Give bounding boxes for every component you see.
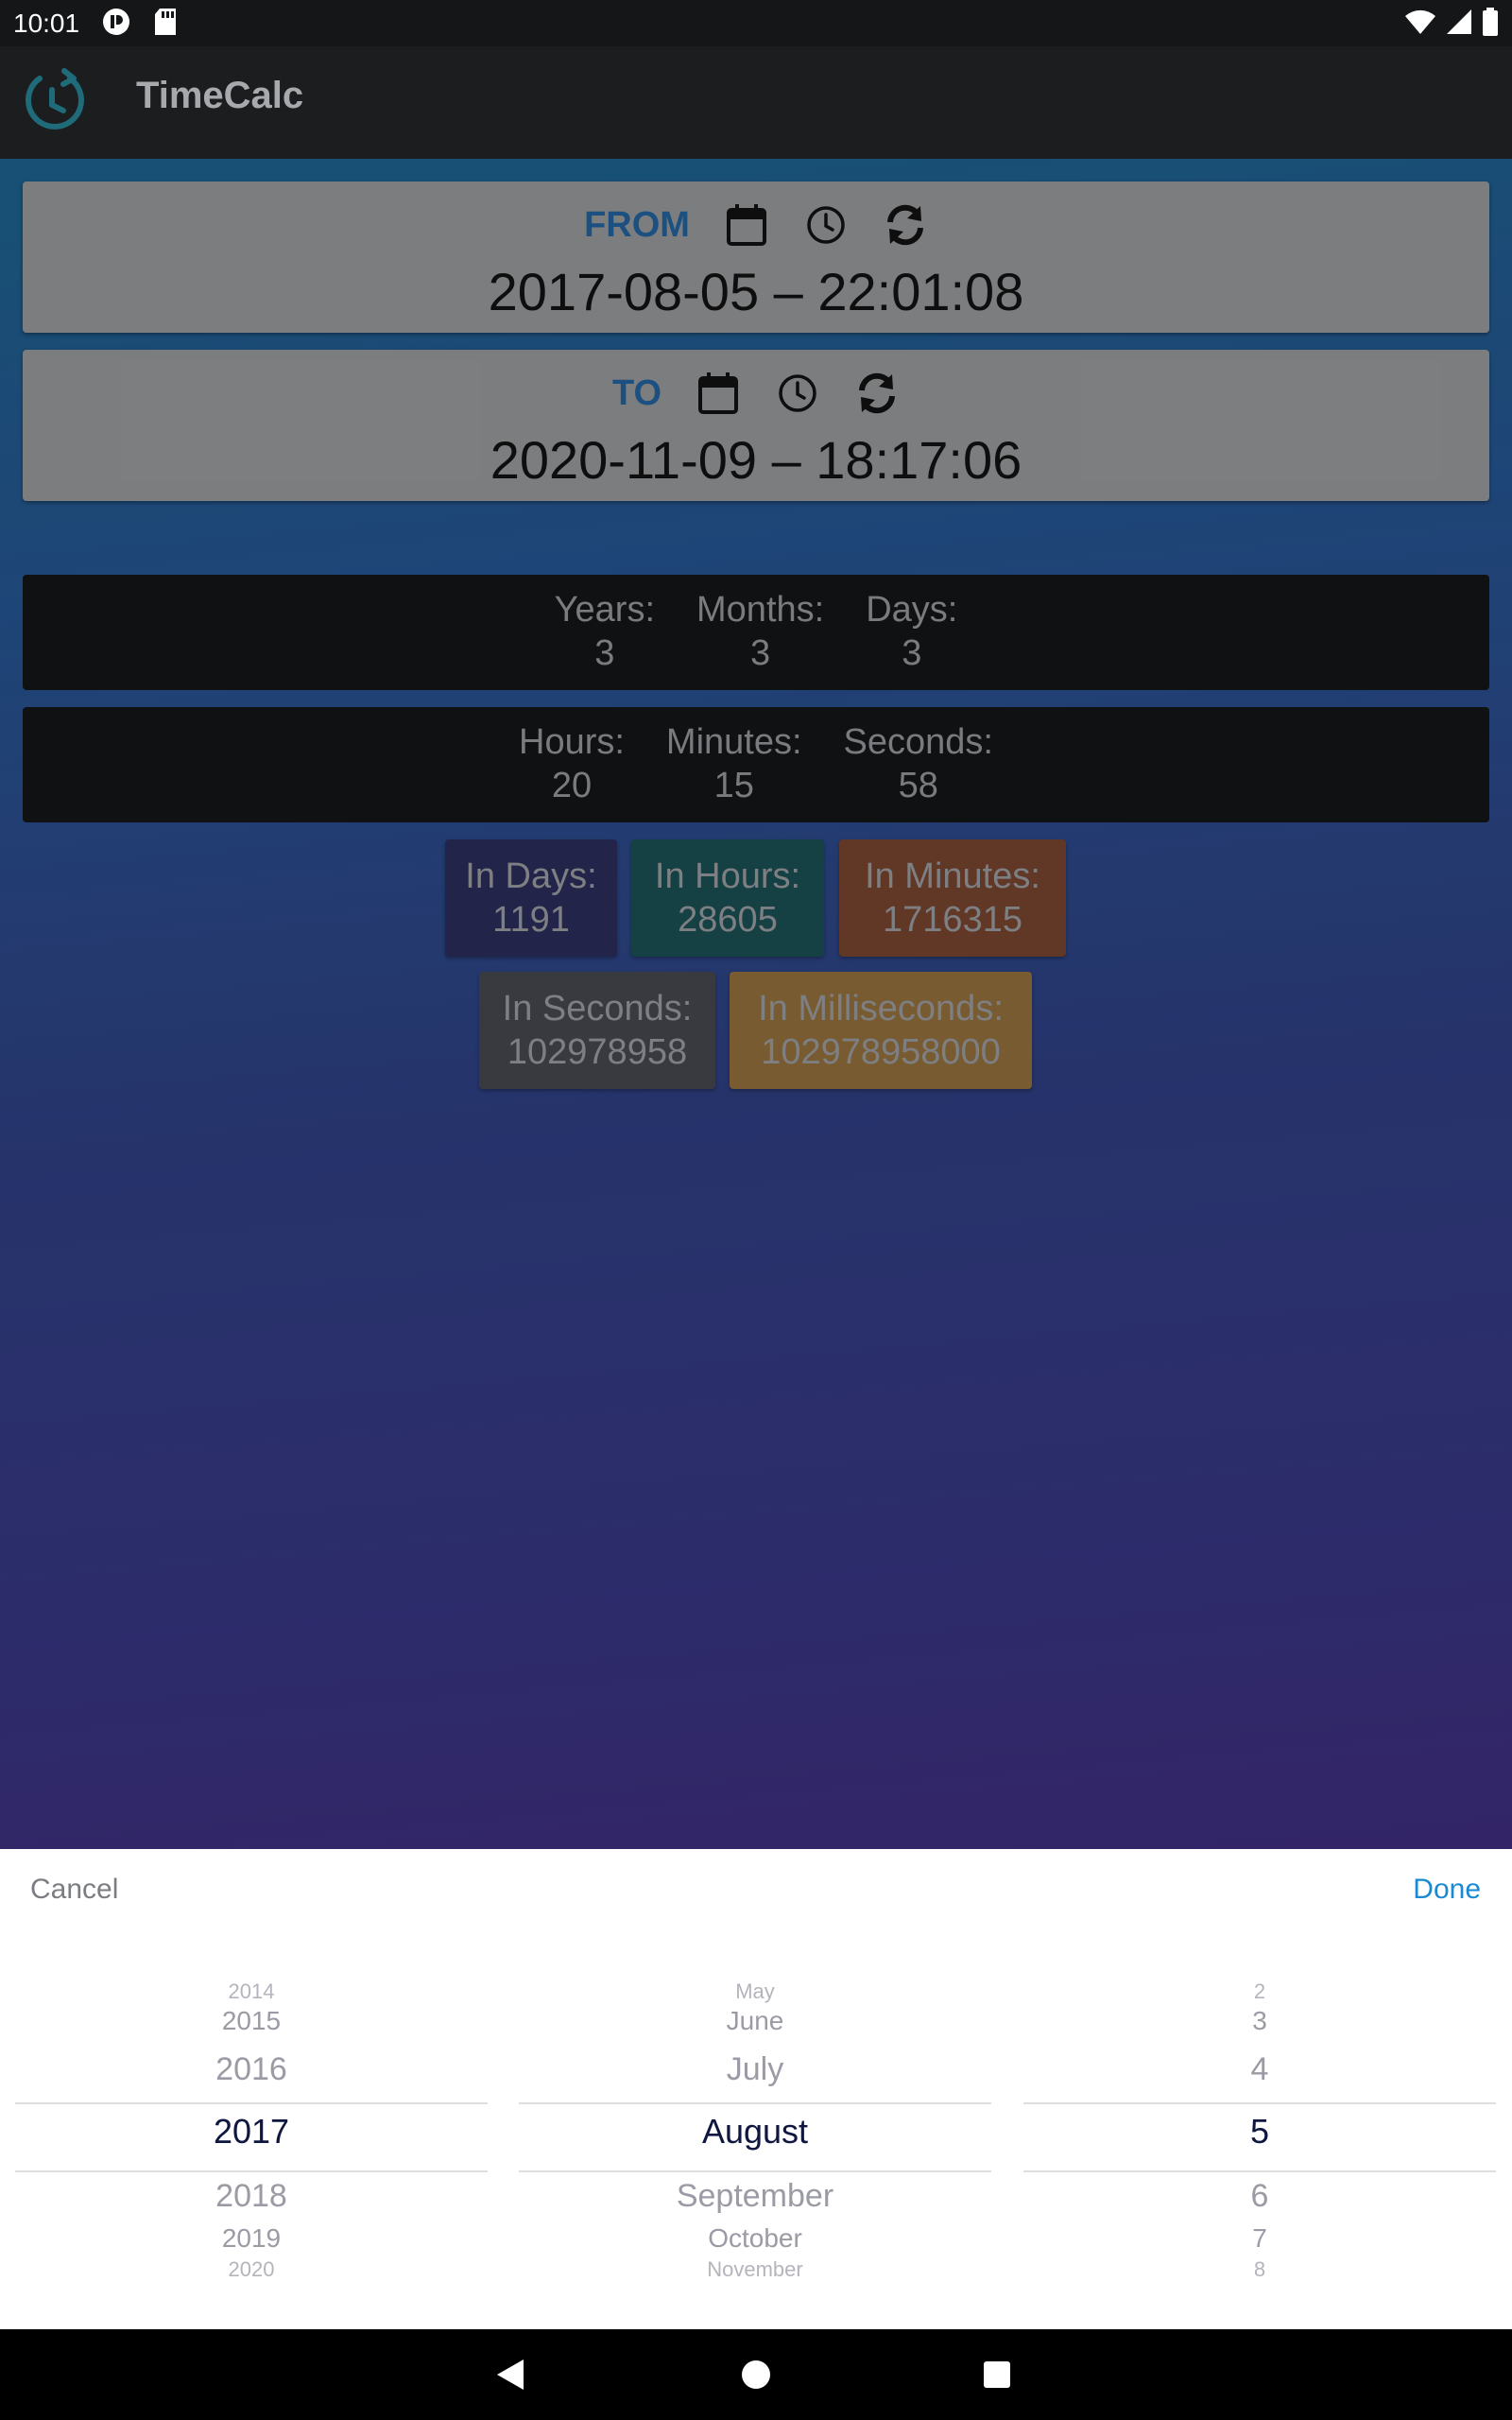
- picker-selection-line: [15, 2170, 488, 2172]
- clock-icon[interactable]: [775, 371, 820, 416]
- year-option[interactable]: 2018: [15, 2178, 488, 2215]
- picker-selection-line: [519, 2170, 991, 2172]
- month-wheel[interactable]: May June July August September October N…: [519, 1972, 991, 2281]
- month-option[interactable]: May: [519, 1979, 991, 2004]
- days-value: 3: [902, 633, 922, 673]
- hours-value: 20: [551, 766, 593, 805]
- month-option[interactable]: October: [519, 2223, 991, 2254]
- picker-selection-line: [1023, 2170, 1496, 2172]
- days-part: Days: 3: [866, 588, 957, 690]
- wifi-icon: [1404, 9, 1436, 39]
- seconds-value: 58: [898, 766, 938, 805]
- done-button[interactable]: Done: [1413, 1874, 1481, 1906]
- from-label: FROM: [584, 204, 690, 245]
- months-value: 3: [750, 633, 771, 673]
- year-option-selected[interactable]: 2017: [15, 2112, 488, 2152]
- picker-selection-line: [519, 2102, 991, 2104]
- to-label: TO: [611, 372, 662, 413]
- day-option[interactable]: 3: [1023, 2006, 1496, 2036]
- cancel-button[interactable]: Cancel: [30, 1874, 118, 1906]
- day-option[interactable]: 2: [1023, 1979, 1496, 2004]
- day-option[interactable]: 7: [1023, 2223, 1496, 2254]
- calendar-icon[interactable]: [724, 202, 769, 248]
- minutes-label: Minutes:: [665, 722, 802, 762]
- seconds-part: Seconds: 58: [844, 720, 993, 822]
- total-milliseconds-chip: In Milliseconds: 102978958000: [730, 972, 1032, 1089]
- calendar-icon[interactable]: [696, 371, 741, 416]
- months-part: Months: 3: [696, 588, 824, 690]
- years-value: 3: [594, 633, 615, 673]
- refresh-icon[interactable]: [854, 371, 900, 416]
- hours-label: Hours:: [519, 722, 625, 762]
- total-hours-chip: In Hours: 28605: [631, 839, 824, 957]
- day-option[interactable]: 6: [1023, 2178, 1496, 2215]
- status-bar: 10:01: [0, 0, 1512, 46]
- total-days-value: 1191: [492, 900, 570, 940]
- month-option[interactable]: July: [519, 2051, 991, 2088]
- year-option[interactable]: 2014: [15, 1979, 488, 2004]
- clock-arrow-icon: [21, 67, 87, 133]
- status-time: 10:01: [13, 8, 80, 38]
- notification-app-icon: [102, 8, 130, 40]
- cellular-signal-icon: [1446, 9, 1472, 39]
- total-hours-value: 28605: [678, 900, 778, 940]
- from-card: FROM 2017-08-05 – 22:01:08: [23, 182, 1489, 333]
- battery-icon: [1482, 7, 1499, 40]
- total-seconds-chip: In Seconds: 102978958: [479, 972, 715, 1089]
- date-difference-bar: Years: 3 Months: 3 Days: 3: [23, 575, 1489, 690]
- date-picker-sheet: Cancel Done 2014 2015 2016 2017 2018 201…: [0, 1849, 1512, 2329]
- years-label: Years:: [554, 590, 656, 630]
- day-option[interactable]: 8: [1023, 2257, 1496, 2282]
- year-option[interactable]: 2016: [15, 2051, 488, 2088]
- year-option[interactable]: 2015: [15, 2006, 488, 2036]
- total-days-label: In Days:: [465, 856, 597, 896]
- total-minutes-label: In Minutes:: [865, 856, 1040, 896]
- sd-card-icon: [153, 8, 178, 40]
- clock-icon[interactable]: [803, 202, 849, 248]
- app-bar: TimeCalc: [0, 46, 1512, 159]
- hours-part: Hours: 20: [519, 720, 625, 822]
- months-label: Months:: [696, 590, 825, 630]
- total-minutes-chip: In Minutes: 1716315: [839, 839, 1066, 957]
- day-wheel[interactable]: 2 3 4 5 6 7 8: [1023, 1972, 1496, 2281]
- total-milliseconds-value: 102978958000: [761, 1032, 1001, 1072]
- app-title: TimeCalc: [136, 75, 304, 116]
- from-datetime[interactable]: 2017-08-05 – 22:01:08: [23, 261, 1489, 322]
- month-option[interactable]: June: [519, 2006, 991, 2036]
- total-hours-label: In Hours:: [654, 856, 801, 896]
- to-datetime[interactable]: 2020-11-09 – 18:17:06: [23, 429, 1489, 491]
- picker-selection-line: [15, 2102, 488, 2104]
- minutes-value: 15: [713, 766, 754, 805]
- back-icon[interactable]: [495, 2358, 525, 2395]
- refresh-icon[interactable]: [883, 202, 928, 248]
- year-wheel[interactable]: 2014 2015 2016 2017 2018 2019 2020: [15, 1972, 488, 2281]
- days-label: Days:: [866, 590, 958, 630]
- month-option-selected[interactable]: August: [519, 2112, 991, 2152]
- day-option[interactable]: 4: [1023, 2051, 1496, 2088]
- years-part: Years: 3: [555, 588, 655, 690]
- picker-selection-line: [1023, 2102, 1496, 2104]
- year-option[interactable]: 2020: [15, 2257, 488, 2282]
- minutes-part: Minutes: 15: [666, 720, 802, 822]
- day-option-selected[interactable]: 5: [1023, 2112, 1496, 2152]
- seconds-label: Seconds:: [843, 722, 993, 762]
- recents-icon[interactable]: [983, 2360, 1011, 2393]
- total-minutes-value: 1716315: [883, 900, 1022, 940]
- home-icon[interactable]: [741, 2360, 771, 2394]
- total-days-chip: In Days: 1191: [445, 839, 617, 957]
- total-milliseconds-label: In Milliseconds:: [758, 989, 1004, 1028]
- navigation-bar: [0, 2329, 1512, 2420]
- month-option[interactable]: September: [519, 2178, 991, 2215]
- month-option[interactable]: November: [519, 2257, 991, 2282]
- time-difference-bar: Hours: 20 Minutes: 15 Seconds: 58: [23, 707, 1489, 822]
- year-option[interactable]: 2019: [15, 2223, 488, 2254]
- total-seconds-label: In Seconds:: [502, 989, 693, 1028]
- total-seconds-value: 102978958: [507, 1032, 688, 1072]
- to-card: TO 2020-11-09 – 18:17:06: [23, 350, 1489, 501]
